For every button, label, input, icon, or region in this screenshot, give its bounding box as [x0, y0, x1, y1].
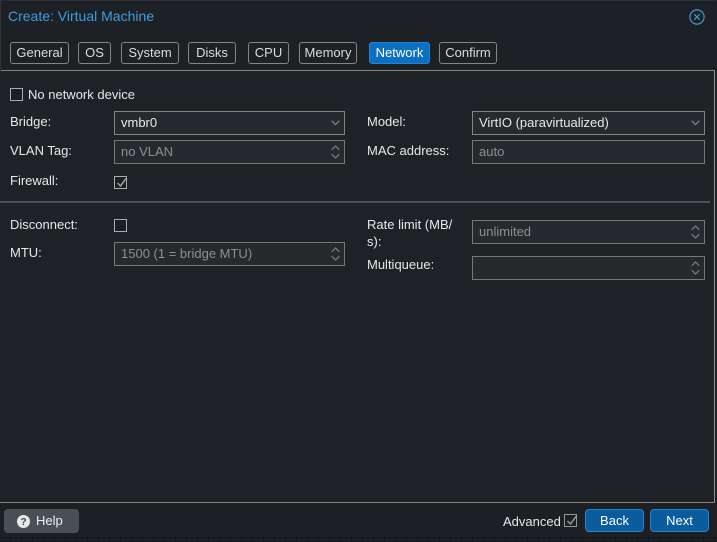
svg-text:?: ? — [20, 517, 26, 528]
